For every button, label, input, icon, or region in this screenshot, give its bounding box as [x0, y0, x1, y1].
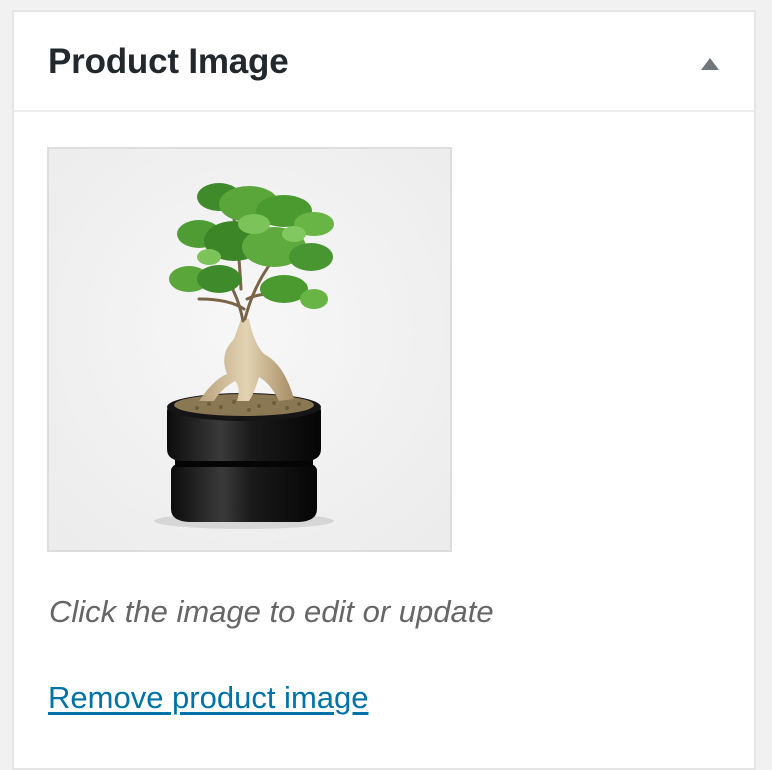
image-edit-hint: Click the image to edit or update	[49, 594, 494, 629]
triangle-up-icon	[701, 58, 719, 70]
panel-title: Product Image	[48, 42, 289, 81]
panel-toggle-button[interactable]	[688, 42, 732, 86]
panel-header: Product Image	[14, 12, 754, 112]
bonsai-tree-photo	[49, 149, 450, 550]
remove-product-image-link[interactable]: Remove product image	[48, 680, 369, 716]
product-image-panel: Product Image Click the image to edit or…	[12, 10, 756, 770]
product-image-thumbnail[interactable]	[47, 147, 452, 552]
